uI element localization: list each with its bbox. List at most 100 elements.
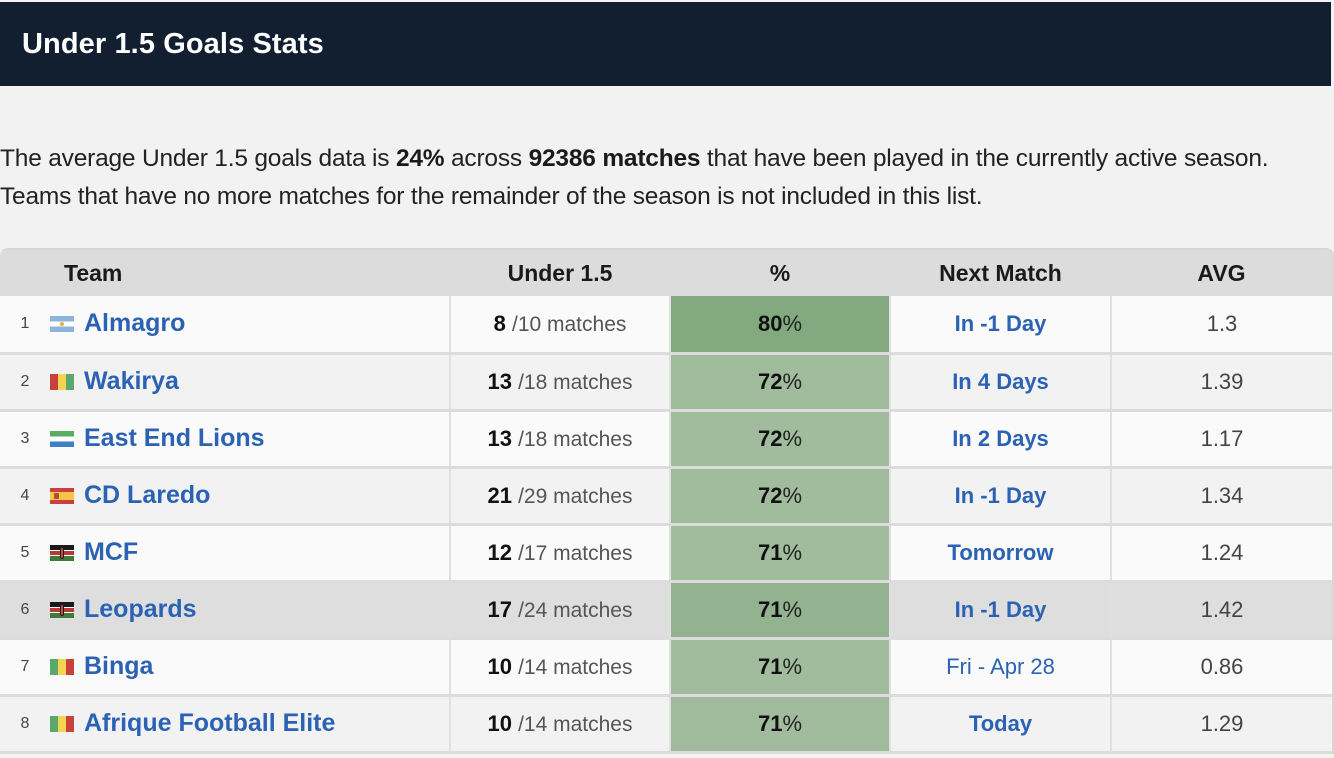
next-match-link[interactable]: In 2 Days (952, 426, 1049, 451)
percent-cell: 72% (669, 467, 890, 526)
next-match-cell: Fri - Apr 28 (889, 638, 1111, 697)
avg-value: 1.3 (1206, 310, 1238, 336)
desc-text-2: across (444, 144, 529, 172)
total-matches: /18 matches (518, 427, 633, 451)
next-match-link[interactable]: Tomorrow (948, 540, 1054, 565)
under-count: 13 (487, 368, 512, 394)
percent-cell: 71% (669, 638, 890, 697)
total-matches: /29 matches (518, 484, 633, 508)
column-header-percent[interactable]: % (670, 250, 890, 296)
avg-cell: 1.24 (1110, 524, 1332, 583)
column-header-team[interactable]: Team (0, 250, 450, 296)
table-row: 3 East End Lions 13 /18 matches 72% In 2 … (0, 410, 1332, 469)
table-row: 1 Almagro 8 /10 matches 80% In -1 Day 1.3 (0, 296, 1332, 355)
next-match-link[interactable]: In -1 Day (955, 311, 1047, 336)
under-cell: 13 /18 matches (449, 353, 670, 412)
avg-value: 1.17 (1200, 425, 1244, 451)
team-link[interactable]: Leopards (84, 595, 197, 623)
percent-cell: 72% (669, 353, 890, 412)
under-cell: 10 /14 matches (449, 695, 670, 754)
table-header-row: Team Under 1.5 % Next Match AVG (0, 250, 1332, 296)
team-cell: 1 Almagro (0, 296, 450, 355)
next-match-link[interactable]: In 4 Days (952, 369, 1049, 394)
team-cell: 4 CD Laredo (0, 467, 450, 526)
desc-matches-count: 92386 matches (528, 144, 701, 172)
total-matches: /24 matches (518, 598, 633, 622)
rank-number: 5 (20, 543, 30, 561)
avg-cell: 1.3 (1110, 296, 1332, 355)
under-count: 10 (487, 653, 512, 679)
under-cell: 10 /14 matches (449, 638, 670, 697)
stats-description: The average Under 1.5 goals data is 24% … (0, 140, 1320, 216)
team-cell: 2 Wakirya (0, 353, 450, 412)
percent-value: 71 (757, 596, 783, 622)
avg-cell: 1.17 (1110, 410, 1332, 469)
table-row: 2 Wakirya 13 /18 matches 72% In 4 Days 1.… (0, 353, 1332, 412)
next-match-link[interactable]: Today (969, 711, 1032, 736)
spain-flag-icon (50, 487, 74, 504)
avg-value: 1.42 (1200, 596, 1244, 622)
rank-number: 4 (20, 486, 30, 504)
percent-sign: % (782, 482, 803, 508)
avg-cell: 1.39 (1110, 353, 1332, 412)
team-link[interactable]: Afrique Football Elite (84, 709, 335, 737)
argentina-flag-icon (50, 315, 74, 332)
under-count: 12 (487, 539, 512, 565)
avg-cell: 0.86 (1110, 638, 1332, 697)
next-match-cell: In -1 Day (889, 581, 1111, 640)
team-link[interactable]: Almagro (84, 309, 185, 337)
avg-cell: 1.42 (1110, 581, 1332, 640)
desc-average-pct: 24% (395, 144, 445, 172)
percent-value: 71 (757, 710, 783, 736)
table-row: 8 Afrique Football Elite 10 /14 matches 7… (0, 695, 1332, 754)
page: Under 1.5 Goals Stats The average Under … (0, 0, 1334, 758)
avg-value: 1.29 (1200, 710, 1244, 736)
under-count: 17 (487, 596, 512, 622)
team-link[interactable]: CD Laredo (84, 481, 210, 509)
mali-flag-icon (50, 715, 74, 732)
team-link[interactable]: Binga (84, 652, 153, 680)
next-match-link[interactable]: In -1 Day (955, 597, 1047, 622)
under-cell: 13 /18 matches (449, 410, 670, 469)
percent-value: 71 (757, 653, 783, 679)
avg-value: 1.39 (1200, 368, 1244, 394)
table-row: 6 Leopards 17 /24 matches 71% In -1 Day 1… (0, 581, 1332, 640)
percent-value: 72 (757, 482, 783, 508)
rank-number: 7 (20, 657, 30, 675)
avg-value: 0.86 (1200, 653, 1244, 679)
team-cell: 6 Leopards (0, 581, 450, 640)
column-header-next-match[interactable]: Next Match (890, 250, 1111, 296)
rank-number: 1 (20, 314, 30, 332)
team-link[interactable]: MCF (84, 538, 138, 566)
under-cell: 21 /29 matches (449, 467, 670, 526)
next-match-cell: Tomorrow (889, 524, 1111, 583)
rank-number: 3 (20, 429, 30, 447)
percent-cell: 72% (669, 410, 890, 469)
percent-value: 80 (757, 310, 783, 336)
avg-value: 1.34 (1200, 482, 1244, 508)
table-row: 7 Binga 10 /14 matches 71% Fri - Apr 28 0… (0, 638, 1332, 697)
next-match-cell: In -1 Day (889, 296, 1111, 355)
next-match-cell: Today (889, 695, 1111, 754)
column-header-avg[interactable]: AVG (1111, 250, 1332, 296)
percent-value: 71 (757, 539, 783, 565)
under-count: 13 (487, 425, 512, 451)
percent-sign: % (782, 425, 803, 451)
column-header-under[interactable]: Under 1.5 (450, 250, 670, 296)
total-matches: /17 matches (518, 541, 633, 565)
avg-value: 1.24 (1200, 539, 1244, 565)
team-cell: 7 Binga (0, 638, 450, 697)
team-link[interactable]: Wakirya (84, 367, 179, 395)
total-matches: /14 matches (518, 655, 633, 679)
desc-text-1: The average Under 1.5 goals data is (0, 144, 396, 172)
total-matches: /10 matches (511, 312, 627, 336)
next-match-link[interactable]: Fri - Apr 28 (946, 654, 1055, 679)
next-match-link[interactable]: In -1 Day (955, 483, 1047, 508)
under-cell: 8 /10 matches (449, 296, 670, 355)
rank-number: 8 (20, 714, 30, 732)
rank-number: 2 (20, 372, 30, 390)
under-cell: 12 /17 matches (449, 524, 670, 583)
team-link[interactable]: East End Lions (84, 424, 265, 452)
rank-number: 6 (20, 600, 30, 618)
under-count: 21 (487, 482, 512, 508)
